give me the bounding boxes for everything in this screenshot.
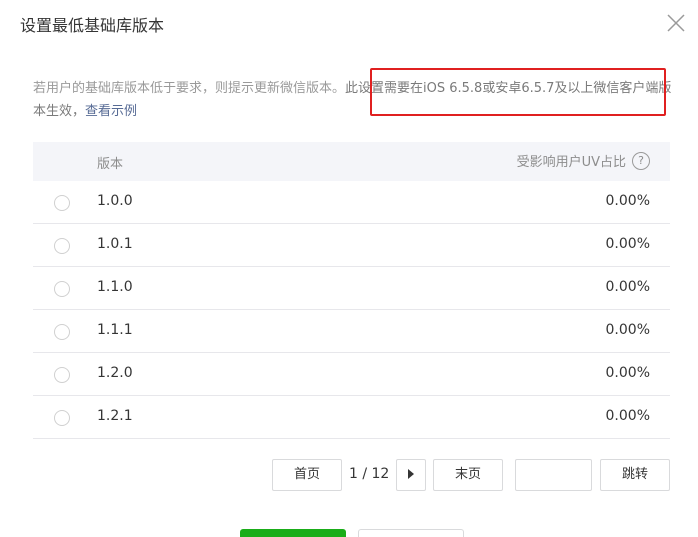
header-version: 版本 bbox=[97, 157, 124, 172]
table-row[interactable]: 1.0.0 0.00% bbox=[33, 181, 670, 224]
last-page-button[interactable]: 末页 bbox=[433, 459, 503, 491]
highlight-annotation-box bbox=[370, 68, 666, 116]
row-impact: 0.00% bbox=[605, 322, 650, 338]
row-version: 1.2.0 bbox=[97, 365, 133, 381]
view-example-link[interactable]: 查看示例 bbox=[85, 104, 137, 119]
description-text: 若用户的基础库版本低于要求，则提示更新微信版本。 bbox=[33, 81, 346, 96]
close-icon[interactable] bbox=[665, 12, 687, 34]
header-impact: 受影响用户UV占比 ? bbox=[517, 151, 650, 170]
confirm-button[interactable] bbox=[240, 529, 346, 537]
row-impact: 0.00% bbox=[605, 279, 650, 295]
row-version: 1.1.0 bbox=[97, 279, 133, 295]
row-version: 1.0.0 bbox=[97, 193, 133, 209]
row-impact: 0.00% bbox=[605, 236, 650, 252]
version-radio[interactable] bbox=[54, 410, 70, 426]
row-impact: 0.00% bbox=[605, 193, 650, 209]
page-indicator: 1 / 12 bbox=[349, 466, 390, 482]
table-row[interactable]: 1.2.1 0.00% bbox=[33, 396, 670, 439]
version-radio[interactable] bbox=[54, 238, 70, 254]
table-row[interactable]: 1.2.0 0.00% bbox=[33, 353, 670, 396]
version-table: 版本 受影响用户UV占比 ? 1.0.0 0.00% 1.0.1 0.00% 1… bbox=[33, 142, 670, 439]
page-number-input[interactable] bbox=[515, 459, 592, 491]
help-icon[interactable]: ? bbox=[632, 151, 650, 170]
table-row[interactable]: 1.1.1 0.00% bbox=[33, 310, 670, 353]
row-version: 1.1.1 bbox=[97, 322, 133, 338]
dialog-title: 设置最低基础库版本 bbox=[20, 16, 165, 35]
table-row[interactable]: 1.1.0 0.00% bbox=[33, 267, 670, 310]
table-header: 版本 受影响用户UV占比 ? bbox=[33, 142, 670, 181]
row-impact: 0.00% bbox=[605, 408, 650, 424]
row-version: 1.2.1 bbox=[97, 408, 133, 424]
chevron-right-icon bbox=[408, 468, 414, 479]
table-row[interactable]: 1.0.1 0.00% bbox=[33, 224, 670, 267]
version-radio[interactable] bbox=[54, 324, 70, 340]
jump-button[interactable]: 跳转 bbox=[600, 459, 670, 491]
header-impact-label: 受影响用户UV占比 bbox=[516, 155, 626, 170]
row-impact: 0.00% bbox=[605, 365, 650, 381]
cancel-button[interactable] bbox=[358, 529, 464, 537]
version-radio[interactable] bbox=[54, 195, 70, 211]
first-page-button[interactable]: 首页 bbox=[272, 459, 342, 491]
version-radio[interactable] bbox=[54, 367, 70, 383]
row-version: 1.0.1 bbox=[97, 236, 133, 252]
next-page-button[interactable] bbox=[396, 459, 426, 491]
version-radio[interactable] bbox=[54, 281, 70, 297]
